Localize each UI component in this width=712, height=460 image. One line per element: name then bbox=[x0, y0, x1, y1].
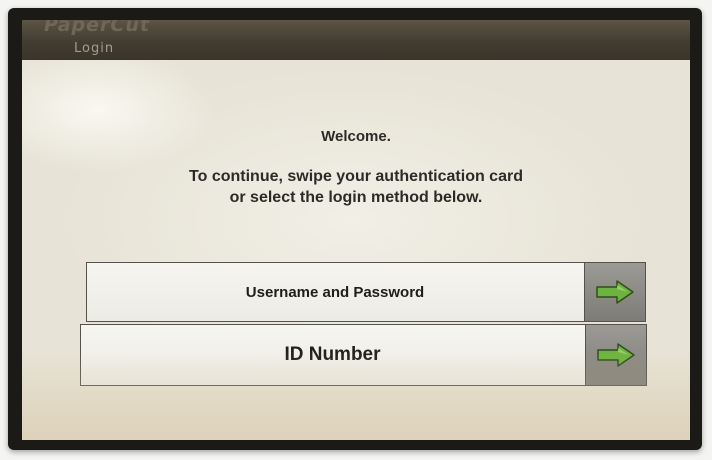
page-title: Login bbox=[74, 41, 115, 56]
username-password-arrow-button[interactable] bbox=[584, 263, 645, 321]
id-number-login-button[interactable]: ID Number bbox=[80, 324, 647, 386]
touch-screen: PaperCut Login Welcome. To continue, swi… bbox=[22, 20, 690, 440]
instructions-line-1: To continue, swipe your authentication c… bbox=[189, 168, 523, 185]
login-instructions: To continue, swipe your authentication c… bbox=[22, 166, 690, 208]
header-bar: PaperCut Login bbox=[22, 20, 690, 60]
instructions-line-2: or select the login method below. bbox=[229, 189, 483, 206]
login-option-label: Username and Password bbox=[245, 283, 425, 301]
arrow-right-icon bbox=[596, 280, 634, 304]
welcome-heading: Welcome. bbox=[321, 128, 391, 145]
login-option-label: ID Number bbox=[284, 344, 381, 365]
device-bezel: PaperCut Login Welcome. To continue, swi… bbox=[8, 8, 702, 450]
username-password-login-button[interactable]: Username and Password bbox=[86, 262, 646, 322]
brand-logo: PaperCut bbox=[44, 20, 150, 36]
id-number-arrow-button[interactable] bbox=[585, 325, 646, 385]
arrow-right-icon bbox=[597, 343, 635, 367]
